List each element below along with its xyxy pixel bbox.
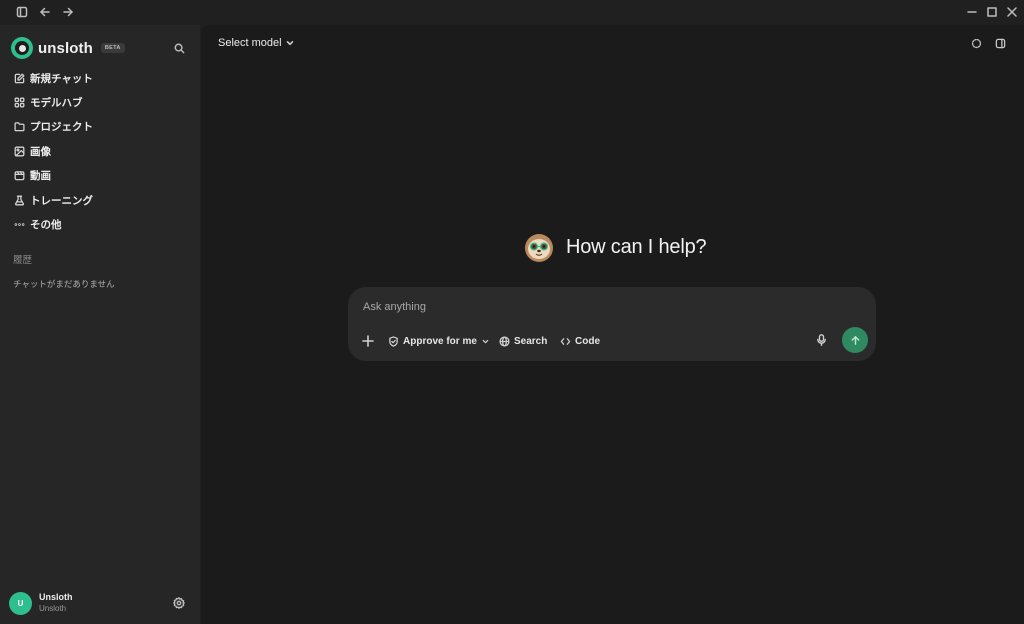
video-icon (13, 170, 25, 182)
microphone-icon[interactable] (814, 331, 828, 349)
flask-icon (13, 194, 25, 206)
back-arrow-icon[interactable] (35, 3, 55, 21)
sidebar-item-label: 新規チャット (30, 72, 93, 85)
chevron-down-icon (482, 339, 489, 344)
sidebar-item-projects[interactable]: プロジェクト (8, 115, 192, 139)
sloth-mascot-icon (525, 234, 553, 262)
search-toggle-button[interactable]: Search (499, 331, 547, 351)
hero-title: How can I help? (566, 235, 707, 258)
unsloth-logo-icon (11, 37, 33, 59)
chat-input[interactable] (363, 301, 803, 313)
user-subtitle: Unsloth (39, 604, 67, 613)
sidebar-item-training[interactable]: トレーニング (8, 188, 192, 212)
panel-toggle-icon[interactable] (993, 36, 1007, 50)
avatar: U (9, 591, 32, 615)
grid-icon (13, 97, 25, 109)
model-select[interactable]: Select model (218, 37, 294, 49)
user-name: Unsloth (39, 592, 73, 602)
sidebar-item-video[interactable]: 動画 (8, 164, 192, 188)
shield-check-icon (389, 335, 398, 347)
history-heading: 履歴 (13, 255, 33, 266)
chat-composer: Approve for me Search Code (348, 287, 876, 361)
gear-icon[interactable] (172, 596, 187, 610)
new-chat-icon (13, 72, 25, 84)
sidebar-item-label: トレーニング (30, 194, 93, 207)
brand-name: unsloth (38, 39, 93, 57)
hero: How can I help? (523, 231, 707, 263)
app-window: unsloth BETA 新規チャット モデルハブ プロジェクト 画像 動画 ト… (0, 0, 1024, 624)
sidebar-item-label: モデルハブ (30, 97, 83, 110)
code-toggle-label: Code (575, 335, 600, 347)
close-icon[interactable] (1002, 3, 1022, 21)
sidebar-item-label: プロジェクト (30, 121, 93, 134)
sidebar: unsloth BETA 新規チャット モデルハブ プロジェクト 画像 動画 ト… (0, 25, 200, 624)
loading-icon[interactable] (969, 36, 983, 50)
minimize-icon[interactable] (962, 3, 982, 21)
add-attachment-button[interactable] (362, 331, 374, 351)
approve-mode-label: Approve for me (403, 335, 477, 347)
sidebar-nav: 新規チャット モデルハブ プロジェクト 画像 動画 トレーニング その他 (8, 66, 192, 237)
approve-mode-dropdown[interactable]: Approve for me (388, 331, 489, 351)
send-button[interactable] (842, 327, 868, 353)
sidebar-item-new-chat[interactable]: 新規チャット (8, 66, 192, 90)
brand[interactable]: unsloth BETA (11, 37, 125, 59)
sidebar-item-more[interactable]: その他 (8, 212, 192, 236)
sidebar-item-model-hub[interactable]: モデルハブ (8, 90, 192, 114)
user-profile[interactable]: U Unsloth Unsloth (9, 591, 73, 615)
model-select-label: Select model (218, 37, 282, 49)
main-panel: Select model How can I help? Ask anythin… (201, 25, 1024, 624)
plus-icon (362, 335, 374, 347)
history-empty-text: チャットがまだありません (13, 279, 115, 289)
code-icon (560, 337, 571, 345)
more-icon (13, 219, 25, 231)
arrow-up-icon (851, 335, 859, 345)
globe-icon (499, 335, 510, 347)
chevron-down-icon (286, 40, 293, 46)
image-icon (13, 145, 25, 157)
title-bar (0, 0, 1024, 25)
sidebar-item-label: その他 (30, 219, 62, 232)
maximize-icon[interactable] (982, 3, 1002, 21)
folder-icon (13, 121, 25, 133)
sidebar-item-label: 動画 (30, 170, 51, 183)
search-icon[interactable] (174, 41, 188, 55)
code-toggle-button[interactable]: Code (560, 331, 600, 351)
sidebar-item-label: 画像 (30, 145, 51, 158)
search-toggle-label: Search (514, 335, 548, 347)
forward-arrow-icon[interactable] (58, 3, 78, 21)
sidebar-toggle-icon[interactable] (12, 3, 32, 21)
sidebar-item-images[interactable]: 画像 (8, 139, 192, 163)
beta-badge: BETA (100, 43, 125, 53)
